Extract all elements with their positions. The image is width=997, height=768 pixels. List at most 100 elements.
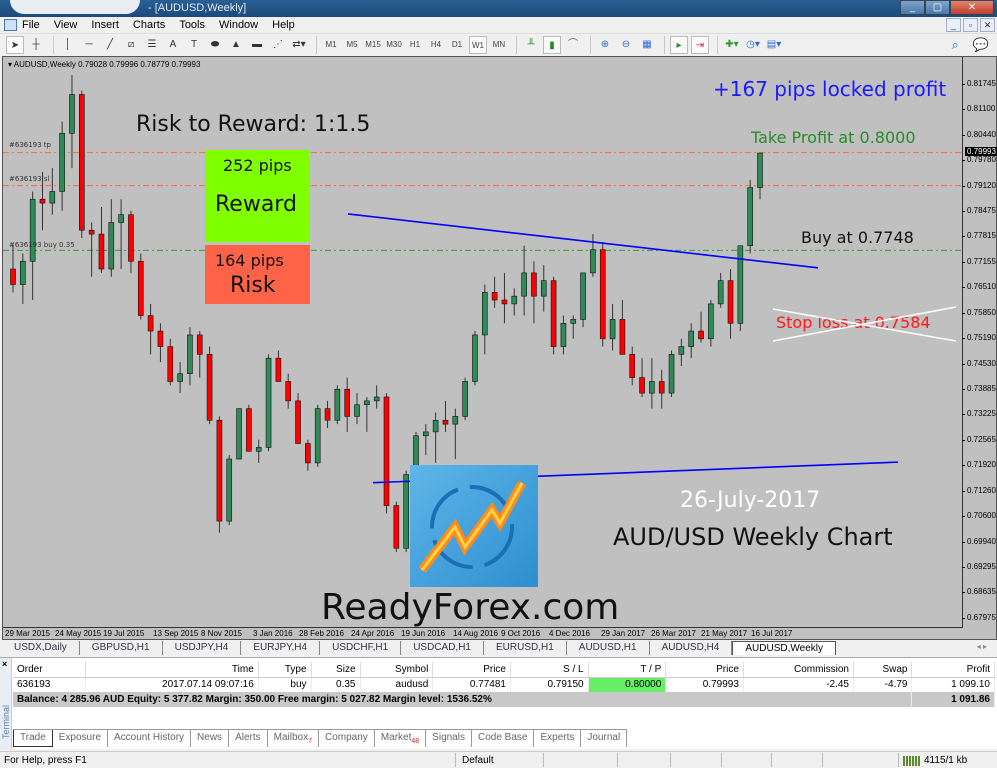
price-tick: 0.71260 <box>962 485 996 495</box>
timeframe-h1[interactable]: H1 <box>406 36 424 54</box>
candle-body <box>108 222 115 270</box>
symbol-tab[interactable]: GBPUSD,H1 <box>80 641 163 655</box>
connection-status-icon[interactable] <box>903 756 921 766</box>
menu-insert[interactable]: Insert <box>91 19 119 31</box>
periods-clock-icon[interactable]: ◷▾ <box>744 36 762 54</box>
menu-tools[interactable]: Tools <box>179 19 205 31</box>
timeframe-h4[interactable]: H4 <box>427 36 445 54</box>
timeframe-m5[interactable]: M5 <box>343 36 361 54</box>
ellipse-icon[interactable]: ⬬ <box>206 36 224 54</box>
symbol-tab[interactable]: USDX,Daily <box>2 641 80 655</box>
tab-scroll-arrows[interactable]: ◂ ▸ <box>977 642 987 651</box>
chart-window[interactable]: ▾ AUDUSD,Weekly 0.79028 0.79996 0.78779 … <box>2 56 997 640</box>
candle-body <box>678 346 685 355</box>
symbol-tab[interactable]: AUDUSD,H4 <box>650 641 733 655</box>
indicators-icon[interactable]: ✚▾ <box>723 36 741 54</box>
menu-charts[interactable]: Charts <box>133 19 165 31</box>
terminal-tab-market[interactable]: Market48 <box>375 730 427 747</box>
terminal-tab-news[interactable]: News <box>191 730 230 747</box>
terminal-close-button[interactable]: × <box>2 659 7 669</box>
column-header[interactable]: S / L <box>510 662 589 678</box>
menu-help[interactable]: Help <box>272 19 295 31</box>
symbol-tab[interactable]: USDCHF,H1 <box>320 641 402 655</box>
chat-icon[interactable]: 💬 <box>973 37 989 53</box>
zoom-in-icon[interactable]: ⊕ <box>596 36 614 54</box>
terminal-tab-signals[interactable]: Signals <box>426 730 472 747</box>
risk-reward-label: Risk to Reward: 1:1.5 <box>136 112 371 137</box>
terminal-tab-trade[interactable]: Trade <box>13 730 53 747</box>
price-axis[interactable]: 0.81745 0.81100 0.80440 0.79780 0.79120 0.784… <box>961 57 997 627</box>
terminal-tab-experts[interactable]: Experts <box>534 730 582 747</box>
chart-restore-button[interactable]: ▫ <box>963 18 978 32</box>
terminal-tab-journal[interactable]: Journal <box>581 730 628 747</box>
tile-windows-icon[interactable]: ▦ <box>638 36 656 54</box>
symbol-tab[interactable]: AUDUSD,H1 <box>567 641 650 655</box>
line-chart-icon[interactable]: ⌒ <box>564 36 582 54</box>
equidistant-channel-icon[interactable]: ⧄ <box>122 36 140 54</box>
menu-window[interactable]: Window <box>219 19 258 31</box>
triangle-icon[interactable]: ▲ <box>227 36 245 54</box>
horizontal-line-icon[interactable]: ─ <box>80 36 98 54</box>
autoscroll-icon[interactable]: ▸ <box>670 36 688 54</box>
timeframe-m15[interactable]: M15 <box>364 36 382 54</box>
terminal-tab-exposure[interactable]: Exposure <box>53 730 109 747</box>
symbol-tab[interactable]: EURJPY,H4 <box>241 641 321 655</box>
terminal-tab-alerts[interactable]: Alerts <box>229 730 268 747</box>
price-tick: 0.76510 <box>962 282 996 291</box>
column-header[interactable]: Price <box>665 662 744 678</box>
chart-shift-icon[interactable]: ⇥ <box>691 36 709 54</box>
terminal-tab-account-history[interactable]: Account History <box>108 730 192 747</box>
fibo-fan-icon[interactable]: ⋰ <box>269 36 287 54</box>
column-header[interactable]: Commission <box>743 662 854 678</box>
menu-view[interactable]: View <box>54 19 78 31</box>
templates-icon[interactable]: ▤▾ <box>765 36 783 54</box>
time-axis[interactable]: 29 Mar 2015 24 May 2015 19 Jul 2015 13 Sep … <box>3 627 963 640</box>
column-header[interactable]: Type <box>258 662 312 678</box>
chart-close-button[interactable]: ✕ <box>980 18 995 32</box>
terminal-tab-mailbox[interactable]: Mailbox7 <box>268 730 319 747</box>
search-icon[interactable]: ⌕ <box>952 37 959 53</box>
terminal-tab-company[interactable]: Company <box>319 730 375 747</box>
bar-chart-icon[interactable]: ╨ <box>522 36 540 54</box>
terminal-tab-code-base[interactable]: Code Base <box>472 730 535 747</box>
menu-file[interactable]: File <box>22 19 40 31</box>
symbol-tab[interactable]: AUDUSD,Weekly <box>732 641 836 655</box>
column-header[interactable]: Symbol <box>360 662 434 678</box>
candle-body <box>403 474 409 549</box>
fibonacci-icon[interactable]: ☰ <box>143 36 161 54</box>
chart-plot-area[interactable]: ▾ AUDUSD,Weekly 0.79028 0.79996 0.78779 … <box>3 57 963 628</box>
column-header[interactable]: Time <box>85 662 259 678</box>
timeframe-d1[interactable]: D1 <box>448 36 466 54</box>
timeframe-m1[interactable]: M1 <box>322 36 340 54</box>
order-row[interactable]: 636193 2017.07.14 09:07:16 buy 0.35 audusd 0.… <box>13 677 995 692</box>
text-icon[interactable]: A <box>164 36 182 54</box>
crosshair-icon[interactable]: ┼ <box>27 36 45 54</box>
candle-body <box>698 330 704 340</box>
trendline-icon[interactable]: ╱ <box>101 36 119 54</box>
column-header[interactable]: Order <box>13 662 86 678</box>
arrows-icon[interactable]: ⇄▾ <box>290 36 308 54</box>
column-header[interactable]: Price <box>432 662 511 678</box>
stop-loss-cross-icon <box>772 306 957 342</box>
column-header[interactable]: Size <box>311 662 361 678</box>
symbol-tab[interactable]: USDJPY,H4 <box>163 641 242 655</box>
cursor-icon[interactable]: ➤ <box>6 36 24 54</box>
timeframe-mn[interactable]: MN <box>490 36 508 54</box>
time-tick: 3 Jan 2016 <box>253 629 293 638</box>
timeframe-m30[interactable]: M30 <box>385 36 403 54</box>
timeframe-w1[interactable]: W1 <box>469 36 487 54</box>
rectangle-icon[interactable]: ▬ <box>248 36 266 54</box>
close-button[interactable]: ✕ <box>950 0 994 15</box>
zoom-out-icon[interactable]: ⊖ <box>617 36 635 54</box>
column-header[interactable]: Swap <box>853 662 913 678</box>
maximize-button[interactable]: ▢ <box>925 0 950 15</box>
vertical-line-icon[interactable]: │ <box>59 36 77 54</box>
symbol-tab[interactable]: EURUSD,H1 <box>484 641 567 655</box>
minimize-button[interactable]: _ <box>900 0 925 15</box>
column-header[interactable]: Profit <box>911 662 995 678</box>
candlestick-icon[interactable]: ▮ <box>543 36 561 54</box>
symbol-tab[interactable]: USDCAD,H1 <box>401 641 484 655</box>
text-label-icon[interactable]: T <box>185 36 203 54</box>
column-header[interactable]: T / P <box>588 662 667 678</box>
chart-minimize-button[interactable]: _ <box>946 18 961 32</box>
